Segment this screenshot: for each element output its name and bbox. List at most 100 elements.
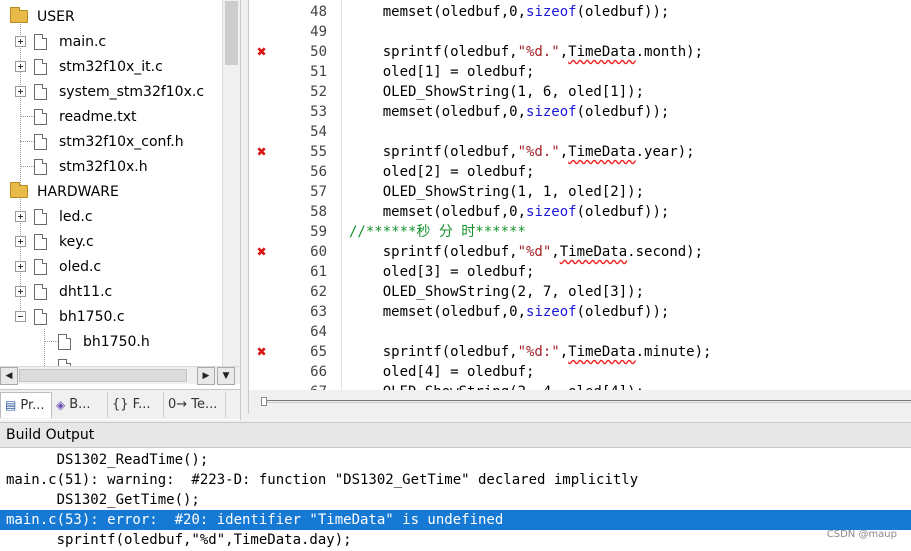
- expand-icon[interactable]: [15, 286, 26, 297]
- file-icon: [58, 333, 71, 350]
- file-icon: [34, 158, 47, 175]
- code-line[interactable]: 62 OLED_ShowString(2, 7, oled[3]);: [249, 282, 911, 302]
- keyword-token: sizeof: [526, 204, 577, 220]
- code-line[interactable]: 59 //******秒 分 时******: [249, 222, 911, 242]
- code-text: sprintf(oledbuf,"%d.",TimeData.year);: [349, 142, 695, 162]
- build-output-panel[interactable]: CSDN @maup DS1302_ReadTime(); main.c(51):…: [0, 448, 911, 551]
- code-line[interactable]: 48 memset(oledbuf,0,sizeof(oledbuf));: [249, 2, 911, 22]
- tree-item-item[interactable]: [44, 354, 83, 366]
- line-number: 53: [310, 104, 327, 120]
- tree-item-label: readme.txt: [59, 108, 137, 125]
- tree-item-label: led.c: [59, 208, 93, 225]
- string-token: "%d.": [517, 44, 560, 60]
- code-line[interactable]: 67 OLED_ShowString(2, 4, oled[4]);: [249, 382, 911, 390]
- code-line[interactable]: 66 oled[4] = oledbuf;: [249, 362, 911, 382]
- build-output-line[interactable]: main.c(51): warning: #223-D: function "D…: [0, 470, 911, 490]
- tree-item-dht11-c[interactable]: dht11.c: [15, 279, 112, 304]
- code-token: oled[3] = oledbuf;: [349, 264, 535, 280]
- tree-item-stm32f10x-h[interactable]: stm32f10x.h: [15, 154, 148, 179]
- code-text: //******秒 分 时******: [349, 222, 526, 242]
- line-number: 64: [310, 324, 327, 340]
- error-mark-icon[interactable]: ✖: [257, 143, 275, 161]
- tree-item-hardware[interactable]: HARDWARE: [10, 179, 119, 204]
- code-line[interactable]: 52 OLED_ShowString(1, 6, oled[1]);: [249, 82, 911, 102]
- line-number: 66: [310, 364, 327, 380]
- scroll-left-icon[interactable]: ◀: [0, 367, 18, 385]
- code-token: (oledbuf));: [576, 204, 670, 220]
- tab-templates[interactable]: 0→ Te...: [164, 391, 226, 418]
- code-text: OLED_ShowString(1, 6, oled[1]);: [349, 82, 644, 102]
- line-number: 49: [310, 24, 327, 40]
- tree-vertical-scroll-thumb[interactable]: [225, 1, 238, 65]
- tree-item-led-c[interactable]: led.c: [15, 204, 93, 229]
- build-output-line[interactable]: DS1302_ReadTime();: [0, 450, 911, 470]
- tree-item-user[interactable]: USER: [10, 4, 75, 29]
- error-mark-icon[interactable]: ✖: [257, 343, 275, 361]
- code-token: (oledbuf));: [576, 104, 670, 120]
- error-mark-icon[interactable]: ✖: [257, 43, 275, 61]
- tree-item-oled-c[interactable]: oled.c: [15, 254, 101, 279]
- expand-icon[interactable]: [15, 61, 26, 72]
- tree-item-readme-txt[interactable]: readme.txt: [15, 104, 137, 129]
- editor-scroll-track[interactable]: [261, 400, 911, 403]
- expand-icon[interactable]: [15, 236, 26, 247]
- file-icon: [34, 58, 47, 75]
- code-line[interactable]: 63 memset(oledbuf,0,sizeof(oledbuf));: [249, 302, 911, 322]
- tree-horizontal-scrollbar[interactable]: ◀ ▶ ▼: [0, 366, 240, 385]
- tree-item-system-stm32f10x-c[interactable]: system_stm32f10x.c: [15, 79, 204, 104]
- project-panel-tabs: ▤ Pr... ◈ B...{} F... 0→ Te...: [0, 389, 240, 419]
- build-output-title: Build Output: [0, 422, 911, 448]
- build-output-line[interactable]: DS1302_GetTime();: [0, 490, 911, 510]
- expand-icon[interactable]: [15, 211, 26, 222]
- tab-books[interactable]: ◈ B...: [52, 391, 108, 418]
- code-token: .minute);: [635, 344, 712, 360]
- code-line[interactable]: 49: [249, 22, 911, 42]
- tab-functions[interactable]: {} F...: [108, 391, 164, 418]
- error-mark-icon[interactable]: ✖: [257, 243, 275, 261]
- code-line[interactable]: 53 memset(oledbuf,0,sizeof(oledbuf));: [249, 102, 911, 122]
- code-line[interactable]: 61 oled[3] = oledbuf;: [249, 262, 911, 282]
- tree-item-stm32f10x-it-c[interactable]: stm32f10x_it.c: [15, 54, 163, 79]
- tab-project[interactable]: ▤ Pr...: [0, 391, 52, 418]
- tree-item-key-c[interactable]: key.c: [15, 229, 94, 254]
- code-line[interactable]: 50 ✖ sprintf(oledbuf,"%d.",TimeData.month…: [249, 42, 911, 62]
- tree-item-stm32f10x-conf-h[interactable]: stm32f10x_conf.h: [15, 129, 184, 154]
- undefined-identifier-token: TimeData: [568, 44, 636, 60]
- code-line[interactable]: 60 ✖ sprintf(oledbuf,"%d",TimeData.second…: [249, 242, 911, 262]
- tree-horizontal-scroll-thumb[interactable]: [19, 369, 187, 382]
- expand-icon[interactable]: [15, 261, 26, 272]
- scroll-down-icon[interactable]: ▼: [217, 367, 235, 385]
- scroll-right-icon[interactable]: ▶: [197, 367, 215, 385]
- collapse-icon[interactable]: [15, 311, 26, 322]
- tree-item-label: HARDWARE: [37, 183, 119, 200]
- editor-scroll-thumb[interactable]: [261, 397, 267, 406]
- expand-icon[interactable]: [15, 86, 26, 97]
- tree-item-label: system_stm32f10x.c: [59, 83, 205, 100]
- code-token: ,: [551, 244, 560, 260]
- tree-item-label: bh1750.h: [83, 333, 150, 350]
- tree-item-bh1750-c[interactable]: bh1750.c: [15, 304, 125, 329]
- code-line[interactable]: 51 oled[1] = oledbuf;: [249, 62, 911, 82]
- build-output-line-selected[interactable]: main.c(53): error: #20: identifier "Time…: [0, 510, 911, 530]
- code-line[interactable]: 57 OLED_ShowString(1, 1, oled[2]);: [249, 182, 911, 202]
- tree-item-bh1750-h[interactable]: bh1750.h: [44, 329, 150, 354]
- code-editor[interactable]: 48 memset(oledbuf,0,sizeof(oledbuf)); 49 5…: [248, 0, 911, 390]
- line-number: 50: [310, 44, 327, 60]
- code-line[interactable]: 54: [249, 122, 911, 142]
- code-token: ,: [559, 344, 569, 360]
- code-line[interactable]: 56 oled[2] = oledbuf;: [249, 162, 911, 182]
- build-output-line[interactable]: sprintf(oledbuf,"%d",TimeData.day);: [0, 530, 911, 550]
- tree-vertical-scrollbar[interactable]: [222, 0, 240, 366]
- code-line[interactable]: 58 memset(oledbuf,0,sizeof(oledbuf));: [249, 202, 911, 222]
- editor-horizontal-scrollbar[interactable]: [248, 390, 911, 414]
- code-text: sprintf(oledbuf,"%d:",TimeData.minute);: [349, 342, 712, 362]
- tree-item-label: main.c: [59, 33, 107, 50]
- code-line[interactable]: 65 ✖ sprintf(oledbuf,"%d:",TimeData.minut…: [249, 342, 911, 362]
- code-line[interactable]: 55 ✖ sprintf(oledbuf,"%d.",TimeData.year)…: [249, 142, 911, 162]
- code-line[interactable]: 64: [249, 322, 911, 342]
- expand-icon[interactable]: [15, 36, 26, 47]
- code-token: oled[1] = oledbuf;: [349, 64, 535, 80]
- tree-item-main-c[interactable]: main.c: [15, 29, 106, 54]
- file-icon: [34, 283, 47, 300]
- code-token: sprintf(oledbuf,: [349, 344, 518, 360]
